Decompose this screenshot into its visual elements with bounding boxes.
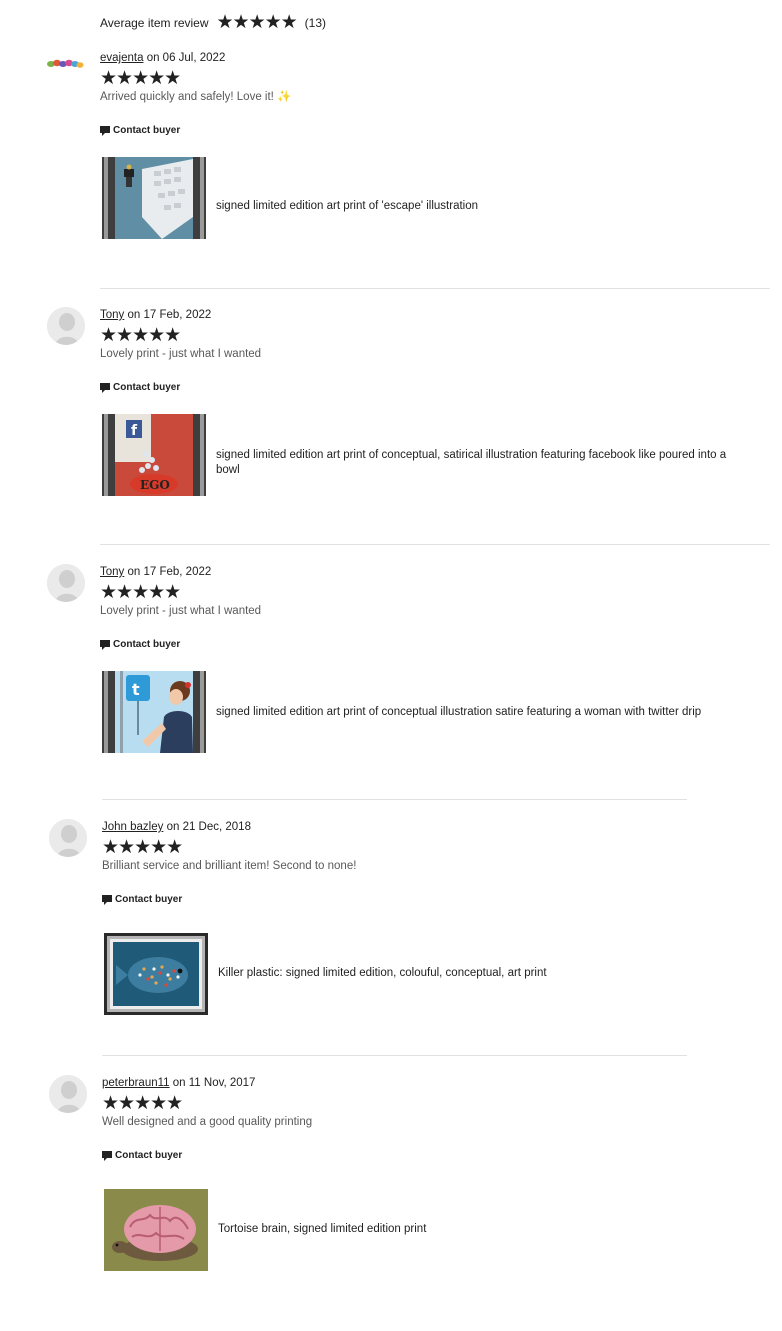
product-thumbnail[interactable]	[102, 157, 206, 239]
review-text: Brilliant service and brilliant item! Se…	[102, 860, 357, 872]
beads-avatar-icon	[47, 59, 84, 68]
product-thumbnail[interactable]	[104, 1189, 208, 1271]
review-item: Tony on 17 Feb, 2022 ★★★★★ Lovely print …	[0, 564, 782, 820]
killer-plastic-print-thumbnail-icon	[104, 933, 208, 1015]
avatar[interactable]	[46, 53, 86, 73]
review-stars: ★★★★★	[100, 325, 181, 346]
contact-buyer-label: Contact buyer	[115, 1150, 183, 1161]
product-title[interactable]: Tortoise brain, signed limited edition p…	[218, 1222, 748, 1237]
review-count: (13)	[304, 16, 327, 30]
review-date: on 21 Dec, 2018	[166, 821, 251, 833]
review-divider	[102, 1055, 687, 1056]
product-thumbnail[interactable]: t	[102, 671, 206, 753]
svg-text:t: t	[132, 680, 140, 699]
product-title[interactable]: signed limited edition art print of conc…	[216, 705, 746, 720]
contact-buyer-button[interactable]: Contact buyer	[102, 1150, 182, 1161]
contact-buyer-button[interactable]: Contact buyer	[102, 894, 182, 905]
message-icon	[100, 382, 110, 393]
review-meta: Tony on 17 Feb, 2022	[100, 307, 211, 323]
review-divider	[100, 288, 770, 289]
review-meta: evajenta on 06 Jul, 2022	[100, 50, 225, 66]
avatar[interactable]	[49, 1075, 87, 1113]
reviewer-link[interactable]: peterbraun11	[102, 1077, 170, 1089]
review-item: John bazley on 21 Dec, 2018 ★★★★★ Brilli…	[0, 819, 782, 1075]
message-icon	[102, 894, 112, 905]
review-date: on 17 Feb, 2022	[127, 566, 212, 578]
contact-buyer-label: Contact buyer	[115, 894, 183, 905]
contact-buyer-button[interactable]: Contact buyer	[100, 639, 180, 650]
reviewer-link[interactable]: evajenta	[100, 52, 143, 64]
avatar[interactable]	[49, 819, 87, 857]
contact-buyer-button[interactable]: Contact buyer	[100, 125, 180, 136]
average-review-label: Average item review	[100, 16, 209, 30]
review-stars: ★★★★★	[100, 582, 181, 603]
review-text: Arrived quickly and safely! Love it! ✨	[100, 91, 292, 103]
review-item: peterbraun11 on 11 Nov, 2017 ★★★★★ Well …	[0, 1075, 782, 1331]
contact-buyer-label: Contact buyer	[113, 382, 181, 393]
default-avatar-icon	[47, 564, 85, 602]
review-meta: peterbraun11 on 11 Nov, 2017	[102, 1075, 255, 1091]
twitter-drip-print-thumbnail-icon: t	[102, 671, 206, 753]
facebook-ego-print-thumbnail-icon: f EGO	[102, 414, 206, 496]
ego-bowl-label: EGO	[140, 478, 170, 492]
message-icon	[100, 125, 110, 136]
reviewer-link[interactable]: Tony	[100, 309, 124, 321]
product-title[interactable]: signed limited edition art print of 'esc…	[216, 199, 746, 214]
review-divider	[102, 799, 687, 800]
review-divider	[100, 544, 770, 545]
review-item: Tony on 17 Feb, 2022 ★★★★★ Lovely print …	[0, 307, 782, 563]
review-meta: John bazley on 21 Dec, 2018	[102, 819, 251, 835]
svg-text:f: f	[131, 423, 138, 439]
review-stars: ★★★★★	[100, 68, 181, 89]
review-text: Well designed and a good quality printin…	[102, 1116, 313, 1128]
review-text: Lovely print - just what I wanted	[100, 605, 262, 617]
review-date: on 11 Nov, 2017	[172, 1077, 256, 1089]
default-avatar-icon	[49, 819, 87, 857]
review-meta: Tony on 17 Feb, 2022	[100, 564, 211, 580]
tortoise-brain-print-thumbnail-icon	[104, 1189, 208, 1271]
avatar[interactable]	[47, 564, 85, 602]
review-stars: ★★★★★	[102, 837, 183, 858]
product-title[interactable]: signed limited edition art print of conc…	[216, 448, 746, 478]
review-date: on 17 Feb, 2022	[127, 309, 212, 321]
contact-buyer-button[interactable]: Contact buyer	[100, 382, 180, 393]
default-avatar-icon	[47, 307, 85, 345]
product-title[interactable]: Killer plastic: signed limited edition, …	[218, 966, 748, 981]
contact-buyer-label: Contact buyer	[113, 125, 181, 136]
contact-buyer-label: Contact buyer	[113, 639, 181, 650]
message-icon	[102, 1150, 112, 1161]
product-thumbnail[interactable]: f EGO	[102, 414, 206, 496]
default-avatar-icon	[49, 1075, 87, 1113]
review-item: evajenta on 06 Jul, 2022 ★★★★★ Arrived q…	[0, 50, 782, 306]
review-text: Lovely print - just what I wanted	[100, 348, 262, 360]
reviewer-link[interactable]: John bazley	[102, 821, 163, 833]
review-stars: ★★★★★	[102, 1093, 183, 1114]
avatar[interactable]	[47, 307, 85, 345]
reviewer-link[interactable]: Tony	[100, 566, 124, 578]
product-thumbnail[interactable]	[104, 933, 208, 1015]
review-date: on 06 Jul, 2022	[146, 52, 226, 64]
average-review-summary: Average item review ★★★★★ (13)	[100, 12, 327, 33]
escape-print-thumbnail-icon	[102, 157, 206, 239]
message-icon	[100, 639, 110, 650]
average-rating-stars: ★★★★★	[216, 12, 298, 33]
